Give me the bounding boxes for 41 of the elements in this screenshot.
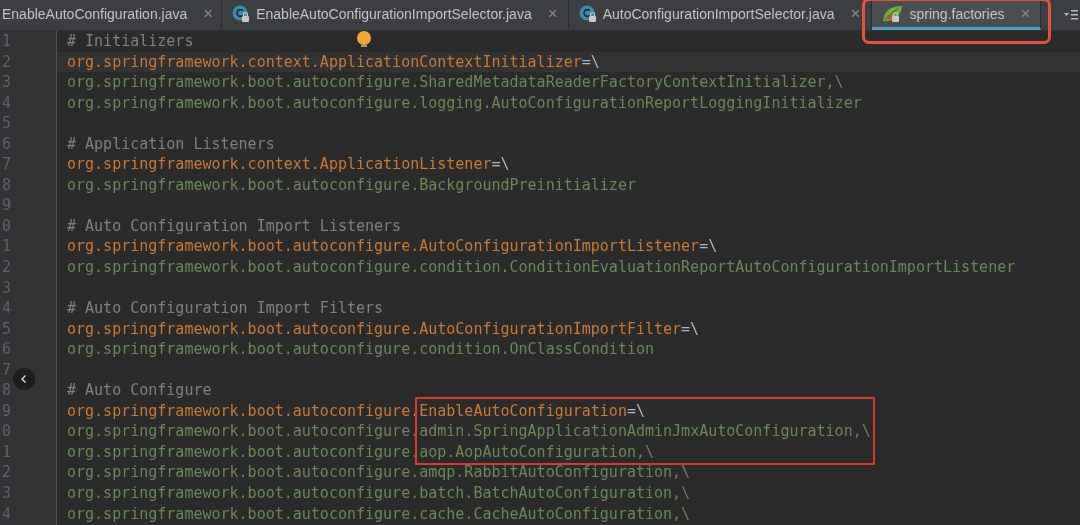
close-icon[interactable]: × — [547, 3, 558, 24]
code-text: # Application Listeners — [67, 133, 275, 155]
code-text: org.springframework.boot.autoconfigure.AutoConfigurationImportFilter — [67, 318, 682, 340]
code-text: org.springframework.context.ApplicationContextInitializer — [67, 51, 582, 73]
code-text: org.springframework.boot.autoconfigure.amqp.RabbitAutoConfiguration,\ — [67, 462, 691, 484]
code-text: =\ — [681, 318, 700, 340]
code-text: org.springframework.boot.autoconfigure.batch.BatchAutoConfiguration,\ — [67, 483, 691, 504]
close-icon[interactable]: × — [203, 3, 214, 24]
editor-tab[interactable]: AutoConfigurationImportSelector.java × — [568, 0, 872, 30]
code-text: org.springframework.boot.autoconfigure. — [67, 441, 420, 463]
code-text: admin.SpringApplicationAdminJmxAutoConfiguration,\ — [419, 421, 871, 442]
close-icon[interactable]: × — [850, 3, 861, 24]
code-text: # Auto Configuration Import Listeners — [67, 215, 402, 237]
code-text: aop.AopAutoConfiguration,\ — [419, 441, 654, 463]
code-text: org.springframework.boot.autoconfigure.AutoConfigurationImportListener — [67, 236, 700, 257]
code-text: EnableAutoConfiguration — [419, 400, 627, 422]
code-text: org.springframework.boot.autoconfigure.condition.ConditionEvaluationReportAutoConfigurationImportListener — [67, 257, 1016, 278]
code-text: org.springframework.boot.autoconfigure.BackgroundPreinitializer — [67, 174, 636, 196]
code-text: org.springframework.context.ApplicationListener — [67, 154, 492, 175]
leaf-icon — [881, 4, 904, 23]
code-text: =\ — [699, 236, 718, 257]
code-text: =\ — [626, 400, 645, 422]
code-text: # Auto Configuration Import Filters — [67, 298, 384, 319]
lightbulb-icon[interactable] — [356, 31, 372, 49]
code-text: =\ — [491, 154, 510, 175]
code-text: # Auto Configure — [67, 380, 212, 401]
code-text: =\ — [581, 51, 600, 73]
editor-tab[interactable]: EnableAutoConfigurationImportSelector.java × — [222, 0, 569, 30]
code-text: org.springframework.boot.autoconfigure.condition.OnClassCondition — [67, 339, 654, 360]
code-text: org.springframework.boot.autoconfigure.SharedMetadataReaderFactoryContextInitializer,\ — [67, 72, 844, 93]
class-icon — [232, 4, 251, 23]
tab-list-icon[interactable] — [1064, 9, 1078, 21]
code-text: org.springframework.boot.autoconfigure.logging.AutoConfigurationReportLoggingInitializer — [67, 92, 862, 114]
editor-tab[interactable]: spring.factories × — [871, 0, 1042, 30]
code-text: org.springframework.boot.autoconfigure. — [67, 421, 420, 442]
code-text: # Initializers — [67, 31, 194, 52]
code-text: org.springframework.boot.autoconfigure.cache.CacheAutoConfiguration,\ — [67, 503, 691, 525]
editor-tab[interactable]: EnableAutoConfiguration.java × — [0, 0, 223, 30]
class-icon — [578, 4, 597, 23]
code-text: org.springframework.boot.autoconfigure. — [67, 400, 420, 422]
chevron-left-icon — [19, 374, 29, 384]
